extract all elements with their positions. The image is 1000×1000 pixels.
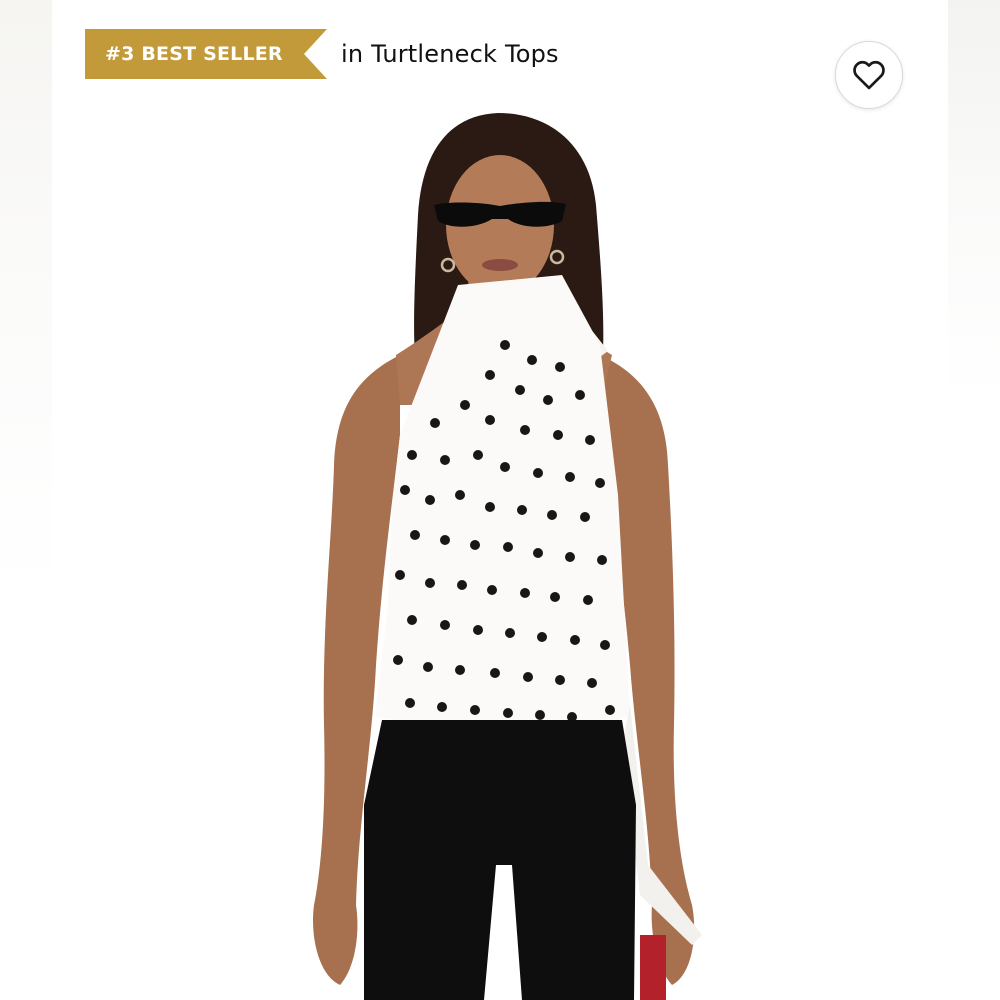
left-edge-shadow xyxy=(0,0,52,1000)
product-page: #3 BEST SELLER in Turtleneck Tops xyxy=(0,0,1000,1000)
best-seller-category[interactable]: in Turtleneck Tops xyxy=(341,40,559,68)
best-seller-row: #3 BEST SELLER in Turtleneck Tops xyxy=(85,29,559,79)
model-photo xyxy=(313,113,702,1000)
best-seller-label: #3 BEST SELLER xyxy=(105,43,283,65)
heart-icon xyxy=(853,60,885,90)
best-seller-badge[interactable]: #3 BEST SELLER xyxy=(85,29,327,79)
wishlist-button[interactable] xyxy=(835,41,903,109)
product-image[interactable] xyxy=(300,105,720,1000)
right-edge-shadow xyxy=(948,0,1000,1000)
